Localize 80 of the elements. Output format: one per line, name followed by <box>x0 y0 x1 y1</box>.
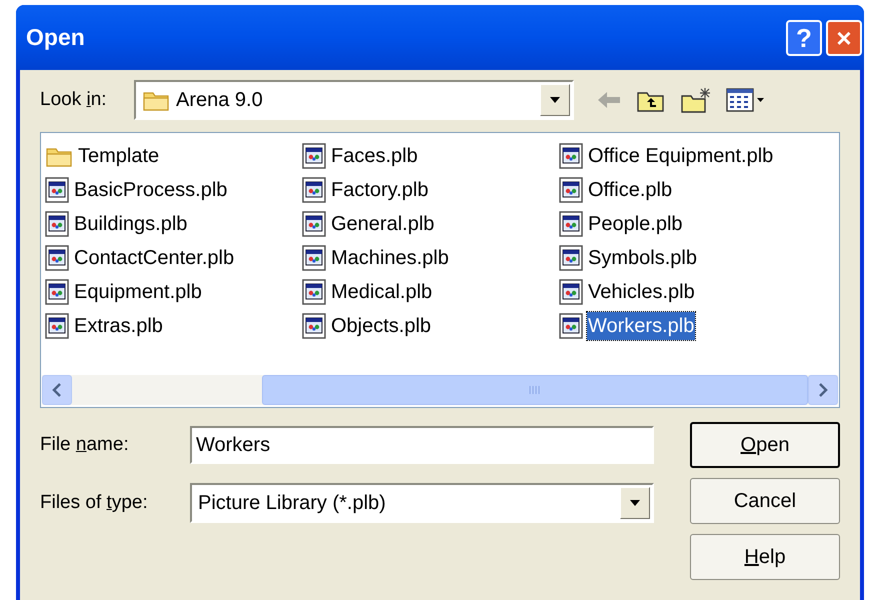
file-name: Symbols.plb <box>587 246 698 271</box>
library-file-icon <box>302 177 326 203</box>
file-name: Workers.plb <box>587 312 696 340</box>
help-title-button[interactable]: ? <box>786 20 822 56</box>
dialog-button[interactable]: Cancel <box>690 478 840 524</box>
library-file-icon <box>302 313 326 339</box>
file-item[interactable]: BasicProcess.plb <box>45 173 302 207</box>
file-item[interactable]: Factory.plb <box>302 173 559 207</box>
library-file-icon <box>45 211 69 237</box>
dialog-button[interactable]: Help <box>690 534 840 580</box>
file-name: Extras.plb <box>73 314 164 339</box>
library-file-icon <box>302 279 326 305</box>
file-item[interactable]: ContactCenter.plb <box>45 241 302 275</box>
file-item[interactable]: Medical.plb <box>302 275 559 309</box>
file-item[interactable]: Template <box>45 139 302 173</box>
file-name: Office.plb <box>587 178 674 203</box>
file-type-dropdown-button[interactable] <box>620 487 650 519</box>
file-name: Factory.plb <box>330 178 430 203</box>
file-item[interactable]: Vehicles.plb <box>559 275 816 309</box>
file-name: Medical.plb <box>330 280 434 305</box>
library-file-icon <box>559 279 583 305</box>
file-item[interactable]: General.plb <box>302 207 559 241</box>
library-file-icon <box>302 143 326 169</box>
library-file-icon <box>559 245 583 271</box>
file-name: People.plb <box>587 212 684 237</box>
file-name-field[interactable]: Workers <box>190 426 654 464</box>
file-item[interactable]: Extras.plb <box>45 309 302 343</box>
library-file-icon <box>559 211 583 237</box>
library-file-icon <box>45 177 69 203</box>
scroll-right-button[interactable] <box>808 375 838 405</box>
dropdown-arrow-icon <box>629 499 641 507</box>
file-item[interactable]: Machines.plb <box>302 241 559 275</box>
file-item[interactable]: People.plb <box>559 207 816 241</box>
library-file-icon <box>45 245 69 271</box>
library-file-icon <box>302 211 326 237</box>
file-name: Template <box>77 144 160 169</box>
library-file-icon <box>559 313 583 339</box>
scroll-left-button[interactable] <box>42 375 72 405</box>
right-chevron-icon <box>818 383 828 397</box>
file-type-dropdown[interactable]: Picture Library (*.plb) <box>190 483 654 523</box>
close-button[interactable]: × <box>826 20 862 56</box>
file-item[interactable]: Buildings.plb <box>45 207 302 241</box>
file-item[interactable]: Symbols.plb <box>559 241 816 275</box>
library-file-icon <box>45 313 69 339</box>
look-in-dropdown[interactable]: Arena 9.0 <box>134 80 574 120</box>
file-item[interactable]: Office Equipment.plb <box>559 139 816 173</box>
file-item[interactable]: Objects.plb <box>302 309 559 343</box>
file-name: ContactCenter.plb <box>73 246 236 271</box>
scroll-thumb[interactable] <box>262 375 808 405</box>
file-name: Objects.plb <box>330 314 432 339</box>
file-item[interactable]: Workers.plb <box>559 309 816 343</box>
file-name: Office Equipment.plb <box>587 144 774 169</box>
file-item[interactable]: Equipment.plb <box>45 275 302 309</box>
file-name-label: File name: <box>40 432 130 457</box>
file-name: Faces.plb <box>330 144 419 169</box>
file-name: General.plb <box>330 212 436 237</box>
file-name: Machines.plb <box>330 246 450 271</box>
library-file-icon <box>45 279 69 305</box>
left-chevron-icon <box>52 383 62 397</box>
file-item[interactable]: Office.plb <box>559 173 816 207</box>
file-name: Buildings.plb <box>73 212 188 237</box>
dialog-button[interactable]: Open <box>690 422 840 468</box>
library-file-icon <box>302 245 326 271</box>
file-name: Equipment.plb <box>73 280 203 305</box>
library-file-icon <box>559 143 583 169</box>
file-name: Vehicles.plb <box>587 280 696 305</box>
file-type-label: Files of type: <box>40 490 149 515</box>
grip-icon <box>529 385 541 395</box>
file-type-value: Picture Library (*.plb) <box>197 491 387 516</box>
dropdown-arrow-icon <box>549 96 561 104</box>
look-in-value: Arena 9.0 <box>176 88 264 113</box>
window-title: Open <box>26 23 86 52</box>
file-name: BasicProcess.plb <box>73 178 228 203</box>
view-menu-icon[interactable] <box>726 87 766 113</box>
new-folder-icon[interactable] <box>680 86 712 114</box>
library-file-icon <box>559 177 583 203</box>
look-in-dropdown-button[interactable] <box>540 84 570 116</box>
horizontal-scrollbar[interactable] <box>42 375 838 405</box>
look-in-label: Look in: <box>40 88 108 112</box>
file-item[interactable]: Faces.plb <box>302 139 559 173</box>
